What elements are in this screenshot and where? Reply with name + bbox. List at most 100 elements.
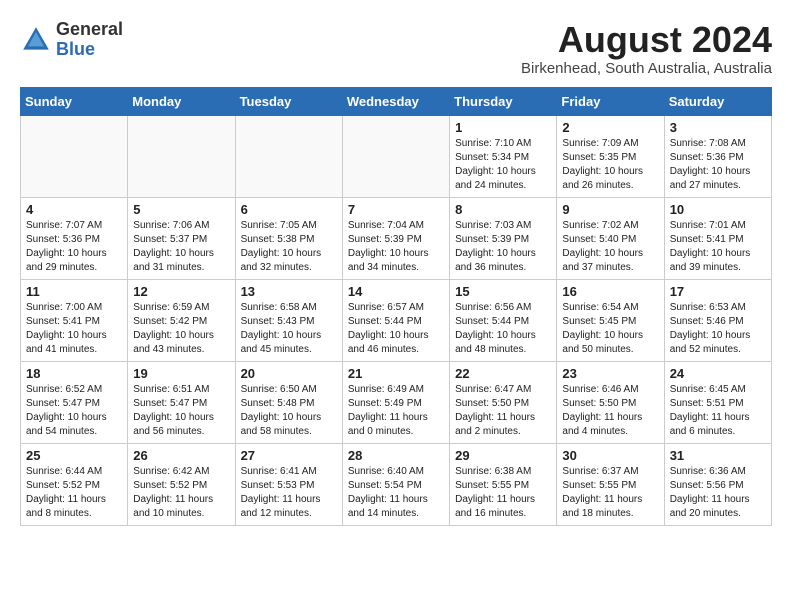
day-info: Sunrise: 6:54 AM Sunset: 5:45 PM Dayligh… <box>562 301 658 357</box>
day-number: 8 <box>455 202 551 217</box>
day-info: Sunrise: 7:09 AM Sunset: 5:35 PM Dayligh… <box>562 137 658 193</box>
day-cell: 31 Sunrise: 6:36 AM Sunset: 5:56 PM Dayli… <box>664 443 771 525</box>
day-cell: 26 Sunrise: 6:42 AM Sunset: 5:52 PM Dayli… <box>128 443 235 525</box>
weekday-header-friday: Friday <box>557 87 664 115</box>
day-cell <box>128 115 235 197</box>
week-row-3: 11Sunrise: 7:00 AM Sunset: 5:41 PM Dayli… <box>21 279 772 361</box>
day-cell: 23Sunrise: 6:46 AM Sunset: 5:50 PM Dayli… <box>557 361 664 443</box>
calendar-table: SundayMondayTuesdayWednesdayThursdayFrid… <box>20 87 772 526</box>
day-cell: 30Sunrise: 6:37 AM Sunset: 5:55 PM Dayli… <box>557 443 664 525</box>
day-cell: 29 Sunrise: 6:38 AM Sunset: 5:55 PM Dayli… <box>450 443 557 525</box>
day-info: Sunrise: 6:53 AM Sunset: 5:46 PM Dayligh… <box>670 301 766 357</box>
logo-icon <box>20 24 52 56</box>
day-info: Sunrise: 6:56 AM Sunset: 5:44 PM Dayligh… <box>455 301 551 357</box>
day-info: Sunrise: 6:52 AM Sunset: 5:47 PM Dayligh… <box>26 383 122 439</box>
day-info: Sunrise: 6:40 AM Sunset: 5:54 PM Dayligh… <box>348 465 444 521</box>
day-number: 28 <box>348 448 444 463</box>
day-info: Sunrise: 7:03 AM Sunset: 5:39 PM Dayligh… <box>455 219 551 275</box>
day-info: Sunrise: 7:01 AM Sunset: 5:41 PM Dayligh… <box>670 219 766 275</box>
day-cell: 12Sunrise: 6:59 AM Sunset: 5:42 PM Dayli… <box>128 279 235 361</box>
day-info: Sunrise: 6:42 AM Sunset: 5:52 PM Dayligh… <box>133 465 229 521</box>
day-cell: 19 Sunrise: 6:51 AM Sunset: 5:47 PM Dayli… <box>128 361 235 443</box>
day-number: 27 <box>241 448 337 463</box>
day-number: 17 <box>670 284 766 299</box>
week-row-1: 1 Sunrise: 7:10 AM Sunset: 5:34 PM Daylig… <box>21 115 772 197</box>
day-info: Sunrise: 6:36 AM Sunset: 5:56 PM Dayligh… <box>670 465 766 521</box>
day-cell: 6Sunrise: 7:05 AM Sunset: 5:38 PM Daylig… <box>235 197 342 279</box>
day-info: Sunrise: 6:41 AM Sunset: 5:53 PM Dayligh… <box>241 465 337 521</box>
day-number: 9 <box>562 202 658 217</box>
day-number: 20 <box>241 366 337 381</box>
day-cell <box>21 115 128 197</box>
day-cell: 28 Sunrise: 6:40 AM Sunset: 5:54 PM Dayli… <box>342 443 449 525</box>
day-info: Sunrise: 7:06 AM Sunset: 5:37 PM Dayligh… <box>133 219 229 275</box>
day-number: 12 <box>133 284 229 299</box>
day-cell: 8 Sunrise: 7:03 AM Sunset: 5:39 PM Daylig… <box>450 197 557 279</box>
logo-general: General <box>56 20 123 40</box>
month-year: August 2024 <box>521 20 772 60</box>
day-number: 18 <box>26 366 122 381</box>
day-number: 13 <box>241 284 337 299</box>
day-number: 10 <box>670 202 766 217</box>
day-number: 29 <box>455 448 551 463</box>
day-number: 5 <box>133 202 229 217</box>
day-cell: 21 Sunrise: 6:49 AM Sunset: 5:49 PM Dayli… <box>342 361 449 443</box>
day-cell: 25 Sunrise: 6:44 AM Sunset: 5:52 PM Dayli… <box>21 443 128 525</box>
day-cell <box>342 115 449 197</box>
day-number: 7 <box>348 202 444 217</box>
day-cell: 20Sunrise: 6:50 AM Sunset: 5:48 PM Dayli… <box>235 361 342 443</box>
page-header: General Blue August 2024 Birkenhead, Sou… <box>20 20 772 77</box>
day-info: Sunrise: 6:44 AM Sunset: 5:52 PM Dayligh… <box>26 465 122 521</box>
weekday-header-thursday: Thursday <box>450 87 557 115</box>
week-row-5: 25 Sunrise: 6:44 AM Sunset: 5:52 PM Dayli… <box>21 443 772 525</box>
logo-blue: Blue <box>56 40 123 60</box>
day-number: 21 <box>348 366 444 381</box>
day-info: Sunrise: 7:00 AM Sunset: 5:41 PM Dayligh… <box>26 301 122 357</box>
day-info: Sunrise: 6:49 AM Sunset: 5:49 PM Dayligh… <box>348 383 444 439</box>
day-number: 19 <box>133 366 229 381</box>
day-cell: 16Sunrise: 6:54 AM Sunset: 5:45 PM Dayli… <box>557 279 664 361</box>
day-number: 30 <box>562 448 658 463</box>
weekday-header-row: SundayMondayTuesdayWednesdayThursdayFrid… <box>21 87 772 115</box>
day-info: Sunrise: 7:08 AM Sunset: 5:36 PM Dayligh… <box>670 137 766 193</box>
day-cell: 4 Sunrise: 7:07 AM Sunset: 5:36 PM Daylig… <box>21 197 128 279</box>
day-number: 3 <box>670 120 766 135</box>
day-info: Sunrise: 7:10 AM Sunset: 5:34 PM Dayligh… <box>455 137 551 193</box>
day-number: 31 <box>670 448 766 463</box>
weekday-header-sunday: Sunday <box>21 87 128 115</box>
day-cell: 5 Sunrise: 7:06 AM Sunset: 5:37 PM Daylig… <box>128 197 235 279</box>
day-number: 1 <box>455 120 551 135</box>
day-cell: 7 Sunrise: 7:04 AM Sunset: 5:39 PM Daylig… <box>342 197 449 279</box>
day-number: 25 <box>26 448 122 463</box>
day-number: 22 <box>455 366 551 381</box>
day-cell: 2 Sunrise: 7:09 AM Sunset: 5:35 PM Daylig… <box>557 115 664 197</box>
day-info: Sunrise: 7:04 AM Sunset: 5:39 PM Dayligh… <box>348 219 444 275</box>
day-cell: 14Sunrise: 6:57 AM Sunset: 5:44 PM Dayli… <box>342 279 449 361</box>
logo: General Blue <box>20 20 123 60</box>
day-info: Sunrise: 7:07 AM Sunset: 5:36 PM Dayligh… <box>26 219 122 275</box>
day-cell: 24Sunrise: 6:45 AM Sunset: 5:51 PM Dayli… <box>664 361 771 443</box>
day-number: 4 <box>26 202 122 217</box>
day-number: 23 <box>562 366 658 381</box>
day-cell: 1 Sunrise: 7:10 AM Sunset: 5:34 PM Daylig… <box>450 115 557 197</box>
day-cell: 9 Sunrise: 7:02 AM Sunset: 5:40 PM Daylig… <box>557 197 664 279</box>
day-cell: 13Sunrise: 6:58 AM Sunset: 5:43 PM Dayli… <box>235 279 342 361</box>
location: Birkenhead, South Australia, Australia <box>521 60 772 77</box>
weekday-header-saturday: Saturday <box>664 87 771 115</box>
weekday-header-wednesday: Wednesday <box>342 87 449 115</box>
weekday-header-tuesday: Tuesday <box>235 87 342 115</box>
day-info: Sunrise: 7:02 AM Sunset: 5:40 PM Dayligh… <box>562 219 658 275</box>
week-row-4: 18 Sunrise: 6:52 AM Sunset: 5:47 PM Dayli… <box>21 361 772 443</box>
day-cell: 17 Sunrise: 6:53 AM Sunset: 5:46 PM Dayli… <box>664 279 771 361</box>
day-info: Sunrise: 6:51 AM Sunset: 5:47 PM Dayligh… <box>133 383 229 439</box>
day-number: 26 <box>133 448 229 463</box>
day-info: Sunrise: 6:38 AM Sunset: 5:55 PM Dayligh… <box>455 465 551 521</box>
day-info: Sunrise: 6:45 AM Sunset: 5:51 PM Dayligh… <box>670 383 766 439</box>
day-number: 2 <box>562 120 658 135</box>
day-cell <box>235 115 342 197</box>
day-cell: 15Sunrise: 6:56 AM Sunset: 5:44 PM Dayli… <box>450 279 557 361</box>
day-cell: 11Sunrise: 7:00 AM Sunset: 5:41 PM Dayli… <box>21 279 128 361</box>
day-info: Sunrise: 7:05 AM Sunset: 5:38 PM Dayligh… <box>241 219 337 275</box>
day-cell: 3 Sunrise: 7:08 AM Sunset: 5:36 PM Daylig… <box>664 115 771 197</box>
day-cell: 22Sunrise: 6:47 AM Sunset: 5:50 PM Dayli… <box>450 361 557 443</box>
